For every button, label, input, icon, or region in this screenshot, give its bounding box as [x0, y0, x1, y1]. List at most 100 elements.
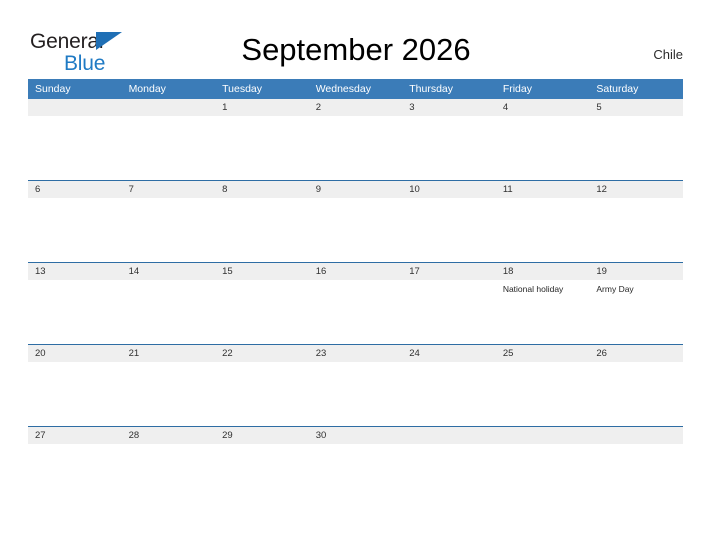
calendar-cell-inner: [121, 99, 216, 180]
day-number: 10: [402, 181, 496, 198]
calendar-cell-inner: 30: [308, 427, 403, 508]
calendar-cell-inner: 10: [402, 181, 496, 262]
calendar-cell-inner: 4: [495, 99, 590, 180]
calendar-week-row: 20 21 22 23 24 25 26: [28, 344, 683, 427]
day-number: 9: [308, 181, 403, 198]
holiday-event-label: National holiday: [502, 284, 564, 294]
day-number: 30: [308, 427, 403, 444]
calendar-day-cell[interactable]: 8: [215, 180, 309, 263]
calendar-day-cell[interactable]: 12: [589, 180, 683, 263]
day-number: 8: [215, 181, 309, 198]
calendar-day-cell[interactable]: 1: [215, 99, 309, 181]
day-number: 13: [28, 263, 122, 280]
holiday-event-label: Army Day: [596, 284, 634, 294]
day-number: 23: [308, 345, 403, 362]
calendar-day-cell[interactable]: 19 Army Day: [589, 262, 683, 345]
calendar-day-cell[interactable]: 25: [495, 344, 590, 427]
calendar-cell-inner: 16: [308, 263, 403, 344]
calendar-cell-inner: 17: [402, 263, 496, 344]
calendar-day-cell[interactable]: 26: [589, 344, 683, 427]
calendar-day-cell[interactable]: 13: [28, 262, 122, 345]
calendar-cell-inner: 5: [589, 99, 683, 180]
day-number: 17: [402, 263, 496, 280]
calendar-cell-inner: 2: [308, 99, 403, 180]
calendar-cell-inner: 15: [215, 263, 309, 344]
calendar-day-cell[interactable]: 20: [28, 344, 122, 427]
weekday-header-sunday: Sunday: [28, 79, 122, 99]
day-number: 15: [215, 263, 309, 280]
calendar-cell-inner: 29: [215, 427, 309, 508]
calendar-cell-inner: 21: [121, 345, 216, 426]
calendar-day-cell[interactable]: 11: [495, 180, 590, 263]
day-number: 14: [121, 263, 216, 280]
calendar-day-cell[interactable]: 3: [402, 99, 496, 181]
day-number: [589, 427, 683, 444]
day-number: 21: [121, 345, 216, 362]
calendar-empty-cell: [495, 426, 590, 508]
day-number: 12: [589, 181, 683, 198]
day-number: 26: [589, 345, 683, 362]
calendar-day-cell[interactable]: 6: [28, 180, 122, 263]
calendar-cell-inner: 24: [402, 345, 496, 426]
calendar-day-cell[interactable]: 29: [215, 426, 309, 508]
calendar-day-cell[interactable]: 14: [121, 262, 216, 345]
day-number: 16: [308, 263, 403, 280]
calendar-day-cell[interactable]: 27: [28, 426, 122, 508]
day-number: 22: [215, 345, 309, 362]
calendar-day-cell[interactable]: 28: [121, 426, 216, 508]
day-number: 27: [28, 427, 122, 444]
calendar-day-cell[interactable]: 23: [308, 344, 403, 427]
day-number: 18: [495, 263, 590, 280]
day-number: 20: [28, 345, 122, 362]
calendar-cell-inner: 11: [495, 181, 590, 262]
day-number: 6: [28, 181, 122, 198]
calendar-day-cell[interactable]: 22: [215, 344, 309, 427]
calendar-empty-cell: [28, 99, 122, 181]
day-number: 29: [215, 427, 309, 444]
calendar-day-cell[interactable]: 17: [402, 262, 496, 345]
day-number: 19: [589, 263, 683, 280]
calendar-day-cell[interactable]: 21: [121, 344, 216, 427]
calendar-cell-inner: 27: [28, 427, 122, 508]
calendar-cell-inner: 13: [28, 263, 122, 344]
day-number: 28: [121, 427, 216, 444]
calendar-cell-inner: 14: [121, 263, 216, 344]
calendar-day-cell[interactable]: 10: [402, 180, 496, 263]
calendar-week-row: 12345: [28, 99, 683, 181]
calendar-day-cell[interactable]: 9: [308, 180, 403, 263]
weekday-header-thursday: Thursday: [402, 79, 496, 99]
calendar-empty-cell: [589, 426, 683, 508]
calendar-day-cell[interactable]: 15: [215, 262, 309, 345]
calendar-day-cell[interactable]: 4: [495, 99, 590, 181]
calendar-cell-inner: [28, 99, 122, 180]
day-number: [28, 99, 122, 116]
page-title: September 2026: [241, 32, 471, 67]
weekday-header-monday: Monday: [121, 79, 216, 99]
day-number: [121, 99, 216, 116]
page-header: General Blue September 2026 Chile: [0, 0, 712, 78]
calendar-cell-inner: 6: [28, 181, 122, 262]
calendar-cell-inner: 12: [589, 181, 683, 262]
day-number: 25: [495, 345, 590, 362]
calendar-day-cell[interactable]: 24: [402, 344, 496, 427]
calendar-cell-inner: 3: [402, 99, 496, 180]
calendar-day-cell[interactable]: 30: [308, 426, 403, 508]
calendar-cell-inner: 18 National holiday: [495, 263, 590, 344]
calendar-day-cell[interactable]: 2: [308, 99, 403, 181]
calendar-header-row: Sunday Monday Tuesday Wednesday Thursday…: [28, 79, 683, 99]
day-number: [402, 427, 496, 444]
calendar-week-row: 13 14 15 16 17 18 National holiday 19 Army Day: [28, 262, 683, 345]
day-number: 24: [402, 345, 496, 362]
calendar-day-cell[interactable]: 18 National holiday: [495, 262, 590, 345]
calendar-cell-inner: 19 Army Day: [589, 263, 683, 344]
calendar-day-cell[interactable]: 16: [308, 262, 403, 345]
calendar-cell-inner: 28: [121, 427, 216, 508]
calendar-day-cell[interactable]: 5: [589, 99, 683, 181]
weekday-header-row: Sunday Monday Tuesday Wednesday Thursday…: [28, 79, 683, 99]
calendar-week-row: 27 28 29 30: [28, 426, 683, 508]
calendar-cell-inner: [402, 427, 496, 508]
day-number: 7: [121, 181, 216, 198]
calendar-day-cell[interactable]: 7: [121, 180, 216, 263]
calendar-cell-inner: 1: [215, 99, 309, 180]
calendar-cell-inner: 20: [28, 345, 122, 426]
